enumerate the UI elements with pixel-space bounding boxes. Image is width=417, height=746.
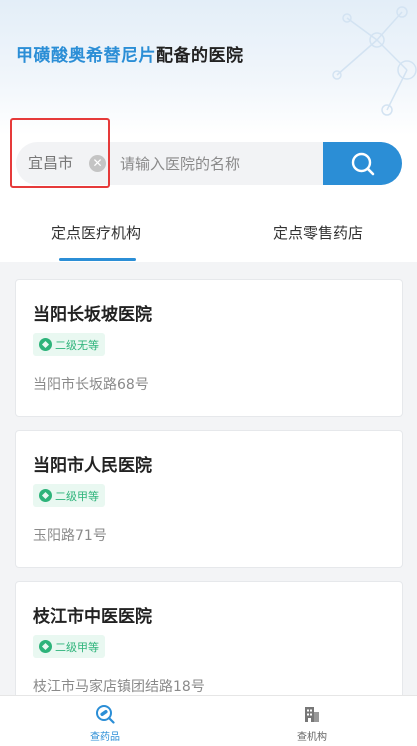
level-badge: 二级甲等 xyxy=(33,635,105,658)
level-badge: 二级甲等 xyxy=(33,484,105,507)
drug-search-icon xyxy=(96,705,115,724)
drug-name: 甲磺酸奥希替尼片 xyxy=(16,46,156,66)
hospital-address: 当阳市长坂路68号 xyxy=(33,377,149,393)
level-badge-icon xyxy=(39,640,52,653)
decorative-pattern xyxy=(332,6,417,116)
search-icon xyxy=(351,152,374,175)
hospital-card[interactable]: 当阳长坂坡医院 二级无等 当阳市长坂路68号 xyxy=(15,279,403,417)
level-badge-label: 二级甲等 xyxy=(55,640,99,654)
nav-label-institution-search: 查机构 xyxy=(297,732,327,743)
hospital-search-input[interactable] xyxy=(120,142,320,185)
hospital-name: 当阳长坂坡医院 xyxy=(33,305,152,325)
level-badge-icon xyxy=(39,338,52,351)
bottom-navigation: 查药品 查机构 xyxy=(0,695,417,746)
level-badge-label: 二级甲等 xyxy=(55,489,99,503)
tab-medical-institutions[interactable]: 定点医疗机构 xyxy=(51,222,141,243)
level-badge-label: 二级无等 xyxy=(55,338,99,352)
annotation-highlight-box xyxy=(10,118,110,188)
page-header: 甲磺酸奥希替尼片配备的医院 宜昌市 ✕ 定点医疗机构 定点零售药店 xyxy=(0,0,417,262)
hospital-name: 枝江市中医医院 xyxy=(33,607,152,627)
active-tab-indicator xyxy=(59,258,136,261)
level-badge: 二级无等 xyxy=(33,333,105,356)
hospital-address: 枝江市马家店镇团结路18号 xyxy=(33,679,205,695)
title-suffix: 配备的医院 xyxy=(156,46,244,66)
tab-retail-pharmacies[interactable]: 定点零售药店 xyxy=(273,222,363,243)
hospital-name: 当阳市人民医院 xyxy=(33,456,152,476)
search-button[interactable] xyxy=(323,142,402,185)
page-title: 甲磺酸奥希替尼片配备的医院 xyxy=(16,41,244,66)
hospital-address: 玉阳路71号 xyxy=(33,528,107,544)
level-badge-icon xyxy=(39,489,52,502)
building-icon xyxy=(305,707,319,722)
nav-item-institution-search[interactable]: 查机构 xyxy=(262,696,362,746)
nav-item-drug-search[interactable]: 查药品 xyxy=(55,696,155,746)
hospital-card[interactable]: 当阳市人民医院 二级甲等 玉阳路71号 xyxy=(15,430,403,568)
nav-label-drug-search: 查药品 xyxy=(90,732,120,743)
